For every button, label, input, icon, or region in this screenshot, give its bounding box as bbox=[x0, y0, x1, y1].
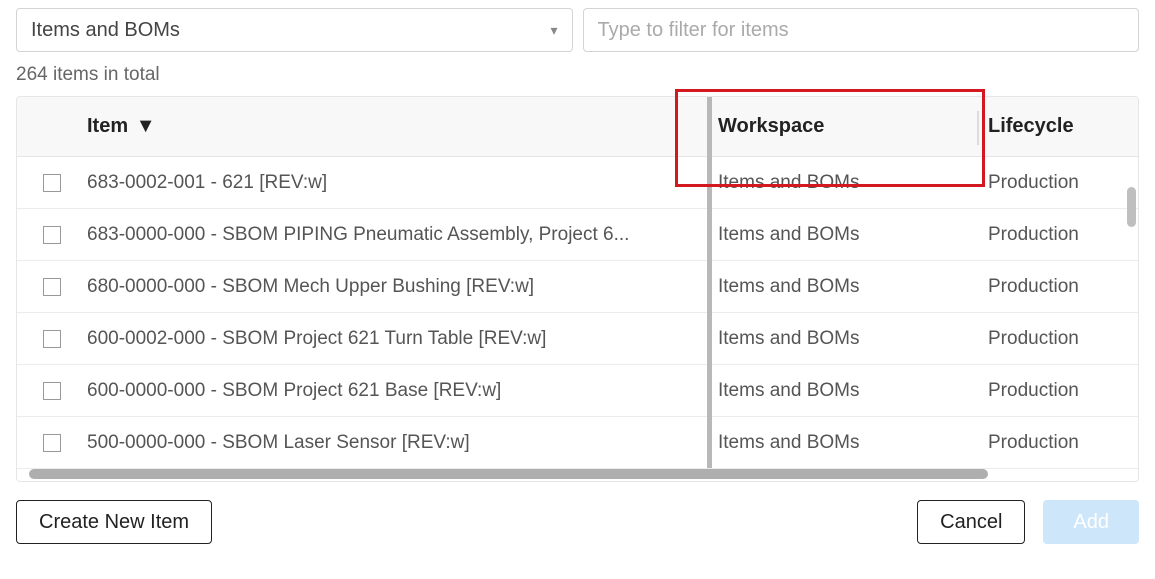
cell-lifecycle: Production bbox=[988, 328, 1138, 350]
chevron-down-icon: ▾ bbox=[550, 22, 557, 39]
workspace-dropdown[interactable]: Items and BOMs ▾ bbox=[16, 8, 573, 52]
cell-workspace: Items and BOMs bbox=[718, 328, 988, 350]
cell-workspace: Items and BOMs bbox=[718, 276, 988, 298]
cell-lifecycle: Production bbox=[988, 380, 1138, 402]
table-header: Item ▼ Workspace Lifecycle bbox=[17, 97, 1138, 157]
row-checkbox[interactable] bbox=[43, 226, 61, 244]
items-table: Item ▼ Workspace Lifecycle 683-0002-001 … bbox=[16, 96, 1139, 482]
column-header-lifecycle[interactable]: Lifecycle bbox=[988, 115, 1138, 138]
cancel-button[interactable]: Cancel bbox=[917, 500, 1025, 544]
vertical-scrollbar[interactable] bbox=[1127, 187, 1136, 227]
create-new-item-button[interactable]: Create New Item bbox=[16, 500, 212, 544]
row-checkbox[interactable] bbox=[43, 434, 61, 452]
row-checkbox[interactable] bbox=[43, 330, 61, 348]
add-button[interactable]: Add bbox=[1043, 500, 1139, 544]
column-header-workspace[interactable]: Workspace bbox=[718, 115, 988, 138]
cell-workspace: Items and BOMs bbox=[718, 172, 988, 194]
cell-item: 500-0000-000 - SBOM Laser Sensor [REV:w] bbox=[87, 432, 718, 454]
column-header-item[interactable]: Item ▼ bbox=[87, 115, 718, 138]
table-row[interactable]: 600-0002-000 - SBOM Project 621 Turn Tab… bbox=[17, 313, 1138, 365]
cell-item: 600-0002-000 - SBOM Project 621 Turn Tab… bbox=[87, 328, 718, 350]
cell-item: 683-0000-000 - SBOM PIPING Pneumatic Ass… bbox=[87, 224, 718, 246]
cell-workspace: Items and BOMs bbox=[718, 380, 988, 402]
cell-lifecycle: Production bbox=[988, 432, 1138, 454]
cell-workspace: Items and BOMs bbox=[718, 224, 988, 246]
column-resize-handle[interactable] bbox=[707, 97, 712, 468]
cell-item: 680-0000-000 - SBOM Mech Upper Bushing [… bbox=[87, 276, 718, 298]
row-checkbox[interactable] bbox=[43, 278, 61, 296]
dialog-footer: Create New Item Cancel Add bbox=[16, 500, 1139, 544]
sort-desc-icon: ▼ bbox=[136, 115, 156, 138]
items-count: 264 items in total bbox=[16, 64, 1139, 86]
row-checkbox[interactable] bbox=[43, 382, 61, 400]
cell-lifecycle: Production bbox=[988, 172, 1138, 194]
cell-lifecycle: Production bbox=[988, 224, 1138, 246]
cell-item: 683-0002-001 - 621 [REV:w] bbox=[87, 172, 718, 194]
table-row[interactable]: 683-0002-001 - 621 [REV:w]Items and BOMs… bbox=[17, 157, 1138, 209]
filter-input[interactable] bbox=[583, 8, 1140, 52]
workspace-dropdown-label: Items and BOMs bbox=[31, 19, 180, 42]
table-row[interactable]: 683-0000-000 - SBOM PIPING Pneumatic Ass… bbox=[17, 209, 1138, 261]
cell-lifecycle: Production bbox=[988, 276, 1138, 298]
table-row[interactable]: 500-0000-000 - SBOM Laser Sensor [REV:w]… bbox=[17, 417, 1138, 469]
cell-workspace: Items and BOMs bbox=[718, 432, 988, 454]
column-divider bbox=[977, 111, 979, 145]
cell-item: 600-0000-000 - SBOM Project 621 Base [RE… bbox=[87, 380, 718, 402]
table-row[interactable]: 680-0000-000 - SBOM Mech Upper Bushing [… bbox=[17, 261, 1138, 313]
table-row[interactable]: 600-0000-000 - SBOM Project 621 Base [RE… bbox=[17, 365, 1138, 417]
horizontal-scrollbar[interactable] bbox=[29, 469, 988, 479]
row-checkbox[interactable] bbox=[43, 174, 61, 192]
